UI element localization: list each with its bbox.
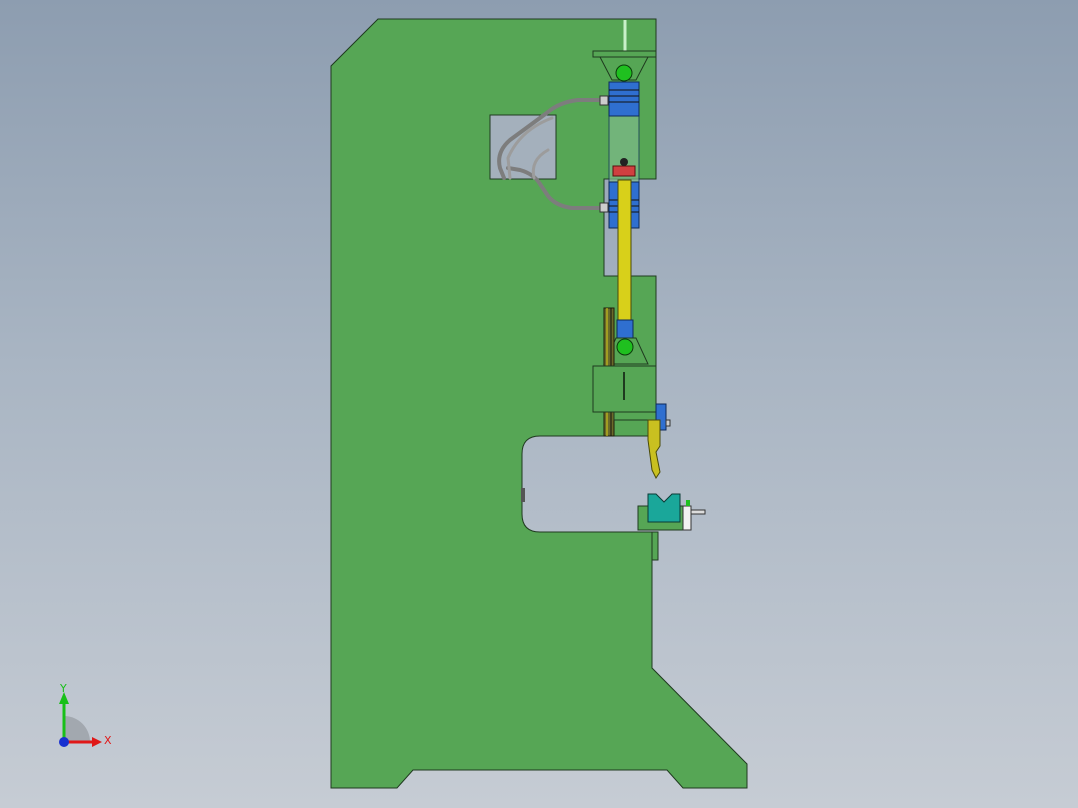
- lower-pivot-pin: [616, 338, 634, 356]
- triad-arc: [64, 716, 90, 742]
- z-axis-dot: [59, 737, 69, 747]
- cad-viewport[interactable]: [0, 0, 1078, 808]
- ram-block: [592, 365, 657, 421]
- throat-bracket: [521, 488, 525, 502]
- piston-rod: [617, 179, 632, 323]
- x-axis-arrow: [92, 737, 102, 747]
- x-axis-label: X: [104, 734, 112, 747]
- view-orientation-triad[interactable]: Y X: [44, 684, 124, 754]
- y-axis-label: Y: [59, 684, 67, 695]
- press-frame: [330, 18, 748, 789]
- upper-pivot-pin: [615, 64, 633, 82]
